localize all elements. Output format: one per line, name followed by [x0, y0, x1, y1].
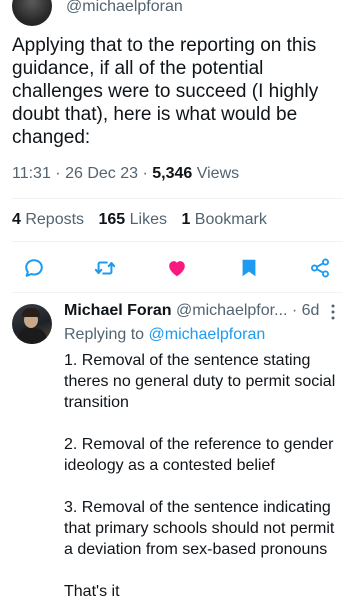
share-icon [311, 258, 329, 278]
avatar[interactable] [12, 0, 52, 26]
reply-author-handle[interactable]: @michaelpfor... [172, 302, 287, 319]
repost-button[interactable] [90, 253, 120, 283]
reply-paragraph: 2. Removal of the reference to gender id… [64, 436, 334, 474]
replying-to-link[interactable]: @michaelpforan [149, 326, 266, 343]
reply-author-name[interactable]: Michael Foran [64, 302, 172, 319]
reply-icon [25, 259, 43, 277]
likes-label: Likes [125, 211, 167, 228]
divider [12, 198, 343, 199]
reply-header: Michael Foran @michaelpfor... · 6d [64, 302, 348, 320]
reply-time[interactable]: · 6d [287, 302, 320, 319]
likes-count: 165 [98, 211, 126, 228]
action-bar [0, 253, 355, 283]
repost-icon [94, 261, 116, 275]
tweet-author-row: @michaelpforan [0, 0, 355, 26]
views-count: 5,346 [152, 165, 193, 182]
tweet-meta: 11:31 · 26 Dec 23 · 5,346 Views [12, 165, 239, 183]
reposts-count: 4 [12, 211, 21, 228]
bookmarks-stat[interactable]: 1 Bookmark [181, 211, 266, 229]
engagement-stats: 4 Reposts 165 Likes 1 Bookmark [12, 211, 277, 229]
meta-separator: · [50, 165, 66, 182]
views-label: Views [192, 165, 240, 182]
reply-button[interactable] [19, 253, 49, 283]
bookmarks-label: Bookmark [190, 211, 267, 228]
divider [12, 292, 343, 293]
likes-stat[interactable]: 165 Likes [99, 211, 168, 229]
like-button[interactable] [162, 253, 192, 283]
divider [12, 241, 343, 242]
replying-to: Replying to @michaelpforan [64, 326, 265, 344]
reply-paragraph: That's it [64, 583, 120, 600]
reply-paragraph: 3. Removal of the sentence indicating th… [64, 499, 335, 558]
reposts-label: Reposts [20, 211, 85, 228]
like-icon [169, 261, 185, 277]
tweet-text: Applying that to the reporting on this g… [12, 35, 319, 148]
bookmark-icon [242, 259, 256, 277]
author-handle[interactable]: @michaelpforan [66, 0, 183, 16]
tweet-date[interactable]: 26 Dec 23 [65, 165, 138, 182]
avatar[interactable] [12, 304, 52, 344]
reposts-stat[interactable]: 4 Reposts [12, 211, 84, 229]
replying-prefix: Replying to [64, 326, 149, 343]
more-vertical-icon [331, 304, 335, 320]
meta-separator: · [138, 165, 153, 182]
tweet-time[interactable]: 11:31 [12, 165, 51, 182]
reply-paragraph: 1. Removal of the sentence stating there… [64, 352, 336, 411]
bookmark-button[interactable] [234, 253, 264, 283]
reply-text: 1. Removal of the sentence stating there… [64, 350, 346, 600]
more-options-button[interactable] [330, 304, 336, 325]
share-button[interactable] [305, 253, 335, 283]
